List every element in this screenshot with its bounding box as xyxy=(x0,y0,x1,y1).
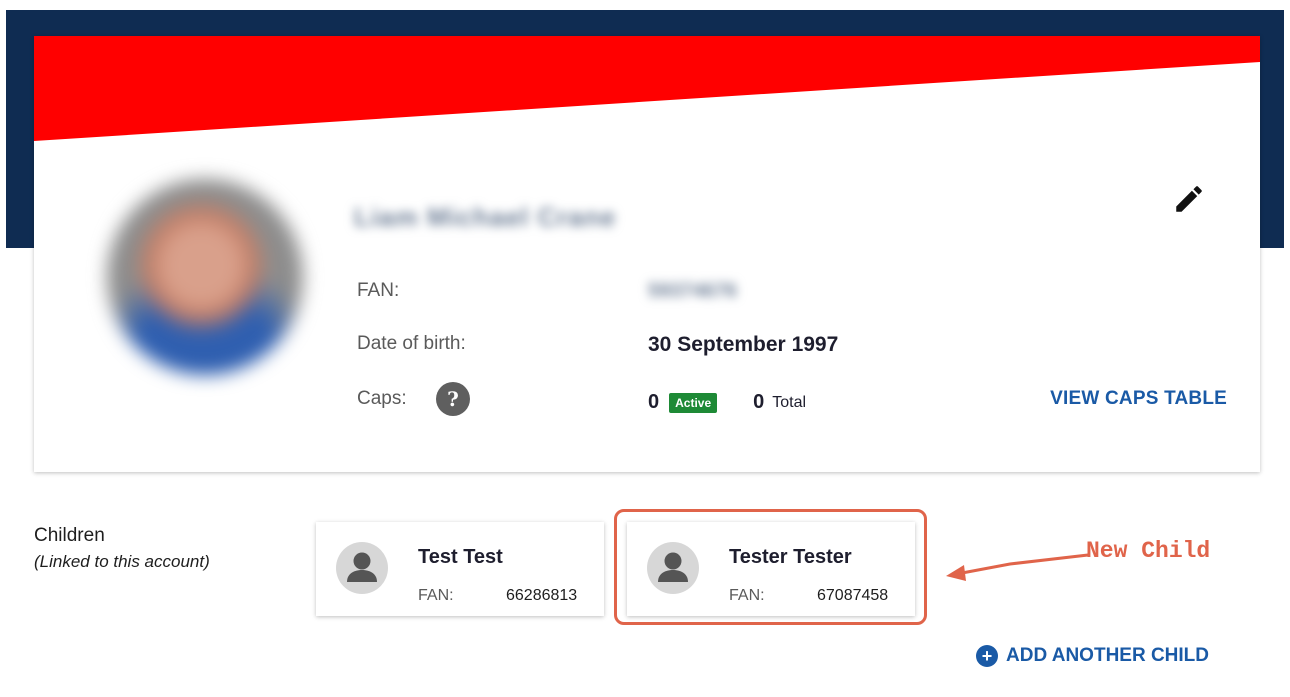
fan-label: FAN: xyxy=(357,280,400,301)
plus-circle-icon: + xyxy=(976,645,998,667)
active-caps-count: 0 xyxy=(648,391,660,413)
caps-label: Caps: xyxy=(357,388,407,409)
child-card-test-test[interactable]: Test Test FAN: 66286813 xyxy=(316,522,604,616)
date-of-birth-value: 30 September 1997 xyxy=(648,333,839,356)
child-name: Test Test xyxy=(418,546,503,568)
pencil-icon[interactable] xyxy=(1172,182,1206,216)
active-badge: Active xyxy=(669,392,718,413)
date-of-birth-label: Date of birth: xyxy=(357,333,466,354)
profile-photo xyxy=(107,179,303,375)
child-fan-label: FAN: xyxy=(418,587,454,604)
new-child-highlight xyxy=(614,509,927,625)
children-title: Children xyxy=(34,525,105,546)
profile-card: Liam Michael Crane FAN: 59374676 Date of… xyxy=(34,36,1260,472)
view-caps-table-link[interactable]: VIEW CAPS TABLE xyxy=(1050,388,1227,410)
player-name: Liam Michael Crane xyxy=(354,202,617,232)
new-child-annotation: New Child xyxy=(1086,538,1211,564)
red-banner xyxy=(34,36,1260,141)
caps-summary: 0 Active 0 Total xyxy=(648,391,806,414)
user-avatar-icon xyxy=(336,542,388,594)
total-label: Total xyxy=(772,393,807,411)
help-icon[interactable]: ? xyxy=(436,382,470,416)
children-subtitle: (Linked to this account) xyxy=(34,552,210,571)
add-another-child-label: ADD ANOTHER CHILD xyxy=(1006,645,1210,666)
annotation-arrow-icon xyxy=(946,553,1090,581)
fan-value: 59374676 xyxy=(648,280,737,302)
child-fan-value: 66286813 xyxy=(506,587,578,604)
total-caps-count: 0 xyxy=(753,391,765,413)
add-another-child-button[interactable]: + ADD ANOTHER CHILD xyxy=(976,645,1209,667)
